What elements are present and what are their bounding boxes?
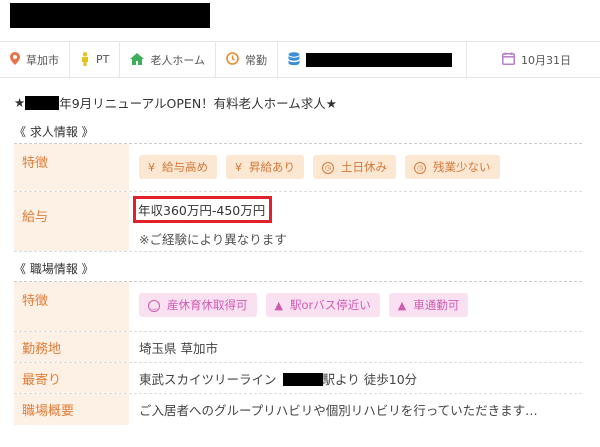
person-icon bbox=[80, 51, 90, 68]
table-row: 最寄り 東武スカイツリーライン 駅より 徒歩10分 bbox=[14, 363, 582, 394]
job-info-table: 特徴 ¥ 給与高め ¥ 昇給あり ◷ 土日休み ◷ 残業少ない 給与 年収360万円-4… bbox=[14, 144, 582, 252]
house-icon bbox=[130, 52, 145, 67]
info-facility-text: 老人ホーム bbox=[150, 53, 206, 67]
job-headline: ★ 年9月リニューアルOPEN！有料老人ホーム求人★ bbox=[14, 93, 337, 112]
info-job-type[interactable]: PT bbox=[70, 42, 121, 77]
location-label: 勤務地 bbox=[14, 332, 129, 362]
overview-label: 職場概要 bbox=[14, 394, 129, 425]
work-info-table: 特徴 ‿ 産休育休取得可 ▲ 駅orバス停近い ▲ 車通勤可 勤務地 埼玉県 草加市 … bbox=[14, 282, 582, 425]
info-employment-text: 常勤 bbox=[245, 53, 268, 67]
work-features-label: 特徴 bbox=[14, 282, 129, 331]
info-job-type-text: PT bbox=[96, 53, 110, 66]
tree-icon: ▲ bbox=[397, 298, 407, 312]
database-icon bbox=[288, 51, 300, 68]
table-row: 特徴 ‿ 産休育休取得可 ▲ 駅orバス停近い ▲ 車通勤可 bbox=[14, 282, 582, 332]
headline-redacted bbox=[25, 95, 60, 110]
salary-note: ※ご経験により異なります bbox=[139, 232, 287, 247]
tag-high-salary[interactable]: ¥ 給与高め bbox=[139, 155, 217, 179]
work-feature-tags: ‿ 産休育休取得可 ▲ 駅orバス停近い ▲ 車通勤可 bbox=[139, 293, 572, 317]
salary-label: 給与 bbox=[14, 192, 129, 251]
work-section-heading: 《 職場情報 》 bbox=[14, 262, 94, 276]
feature-tags: ¥ 給与高め ¥ 昇給あり ◷ 土日休み ◷ 残業少ない bbox=[139, 155, 572, 179]
table-row: 特徴 ¥ 給与高め ¥ 昇給あり ◷ 土日休み ◷ 残業少ない bbox=[14, 144, 582, 192]
company-name-redacted bbox=[306, 52, 453, 67]
tree-icon: ▲ bbox=[274, 298, 283, 312]
station-label: 最寄り bbox=[14, 363, 129, 393]
job-section-heading: 《 求人情報 》 bbox=[14, 125, 94, 139]
table-row: 給与 年収360万円-450万円 ※ご経験により異なります bbox=[14, 192, 582, 252]
salary-cell: 年収360万円-450万円 ※ご経験により異なります bbox=[129, 192, 582, 251]
table-row: 職場概要 ご入居者へのグループリハビリや個別リハビリを行っていただきます… bbox=[14, 394, 582, 425]
tag-raise[interactable]: ¥ 昇給あり bbox=[226, 155, 304, 179]
station-name-redacted bbox=[282, 373, 323, 386]
yen-icon: ¥ bbox=[235, 160, 242, 174]
info-facility[interactable]: 老人ホーム bbox=[120, 42, 217, 77]
info-date[interactable]: 10月31日 bbox=[467, 42, 600, 77]
info-date-text: 10月31日 bbox=[521, 53, 572, 67]
job-info-bar: 草加市 PT 老人ホーム 常勤 10月31日 bbox=[0, 41, 600, 78]
clock-icon: ◷ bbox=[414, 160, 426, 175]
map-pin-icon bbox=[10, 52, 20, 67]
page-title-redacted bbox=[10, 3, 210, 28]
clock-icon: ◷ bbox=[322, 160, 334, 175]
location-value: 埼玉県 草加市 bbox=[139, 341, 218, 356]
features-label: 特徴 bbox=[14, 144, 129, 191]
headline-text: 年9月リニューアルOPEN！有料老人ホーム求人★ bbox=[59, 96, 338, 111]
tag-near-station[interactable]: ▲ 駅orバス停近い bbox=[265, 293, 380, 317]
tag-weekends-off[interactable]: ◷ 土日休み bbox=[313, 155, 396, 179]
tag-car-commute[interactable]: ▲ 車通勤可 bbox=[388, 293, 469, 317]
smile-icon: ‿ bbox=[148, 298, 160, 313]
station-line: 東武スカイツリーライン bbox=[139, 372, 277, 387]
features-cell: ¥ 給与高め ¥ 昇給あり ◷ 土日休み ◷ 残業少ない bbox=[129, 144, 582, 191]
clock-icon bbox=[226, 52, 239, 67]
station-suffix: 駅より 徒歩10分 bbox=[322, 372, 418, 387]
info-location-text: 草加市 bbox=[26, 53, 59, 67]
station-cell: 東武スカイツリーライン 駅より 徒歩10分 bbox=[129, 363, 582, 393]
info-employment[interactable]: 常勤 bbox=[216, 42, 279, 77]
salary-value: 年収360万円-450万円 bbox=[133, 196, 273, 223]
work-features-cell: ‿ 産休育休取得可 ▲ 駅orバス停近い ▲ 車通勤可 bbox=[129, 282, 582, 331]
calendar-icon bbox=[502, 52, 515, 67]
headline-star: ★ bbox=[14, 95, 26, 110]
tag-maternity-leave[interactable]: ‿ 産休育休取得可 bbox=[139, 293, 257, 317]
info-location[interactable]: 草加市 bbox=[0, 42, 70, 77]
overview-value: ご入居者へのグループリハビリや個別リハビリを行っていただきます… bbox=[139, 403, 538, 418]
tag-little-overtime[interactable]: ◷ 残業少ない bbox=[405, 155, 500, 179]
table-row: 勤務地 埼玉県 草加市 bbox=[14, 332, 582, 363]
yen-icon: ¥ bbox=[148, 160, 155, 174]
info-company[interactable] bbox=[278, 42, 468, 77]
